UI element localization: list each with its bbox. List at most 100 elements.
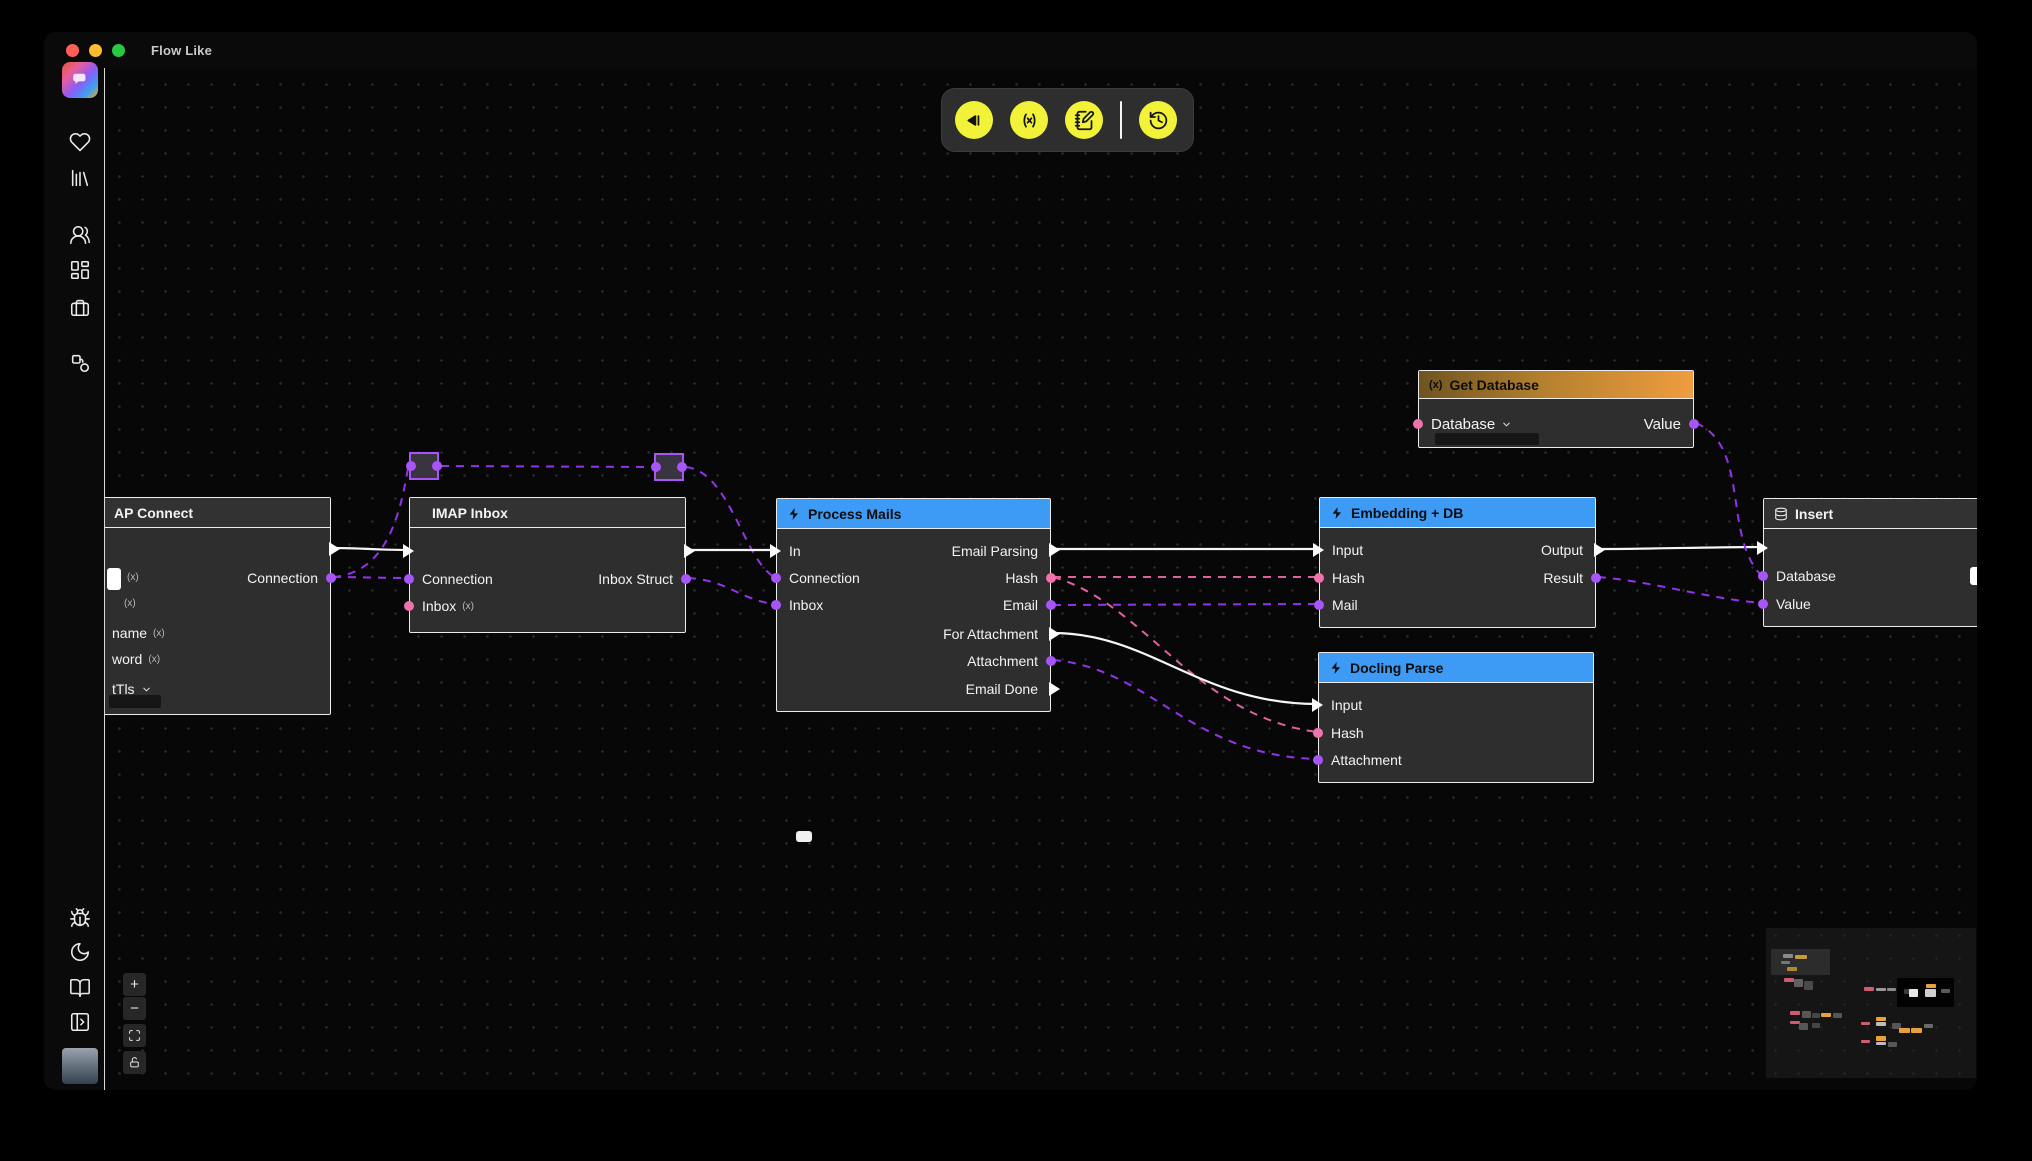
exec-in-pin[interactable] bbox=[403, 544, 414, 558]
node-process-mails[interactable]: Process Mails In Email Parsing Connectio… bbox=[776, 498, 1051, 712]
reroute-node[interactable] bbox=[409, 452, 439, 480]
wire-connection-to-imap-inbox[interactable] bbox=[333, 577, 407, 578]
wire-connection-to-reroute-left[interactable] bbox=[333, 468, 408, 577]
exec-in-pin[interactable] bbox=[770, 544, 781, 558]
workflow-icon[interactable] bbox=[69, 352, 91, 374]
pin-label-attachment: Attachment bbox=[1331, 752, 1402, 768]
reroute-out-pin[interactable] bbox=[432, 461, 442, 471]
wire-result-to-insert-value[interactable] bbox=[1598, 577, 1761, 603]
close-button[interactable] bbox=[66, 44, 79, 57]
wire-get-database-value-to-insert-database[interactable] bbox=[1696, 423, 1761, 575]
step-back-icon bbox=[964, 110, 985, 131]
connection-out-pin[interactable] bbox=[326, 573, 336, 583]
flow-canvas[interactable]: AP Connect Connection (x) (x) name (x) w… bbox=[104, 68, 1977, 1090]
heart-icon[interactable] bbox=[69, 131, 91, 153]
minimap-node-block bbox=[1911, 1028, 1922, 1033]
chevron-down-icon[interactable] bbox=[141, 684, 152, 695]
reroute-in-pin[interactable] bbox=[406, 461, 416, 471]
notes-button[interactable] bbox=[1065, 101, 1103, 139]
panel-left-open-icon[interactable] bbox=[69, 1011, 91, 1033]
node-imap-inbox[interactable]: IMAP Inbox Connection Inbox Struct Inbox… bbox=[409, 497, 686, 633]
wire-exec-embedding-to-insert[interactable] bbox=[1598, 547, 1761, 549]
wire-hash-to-docling-hash[interactable] bbox=[1053, 577, 1317, 732]
wire-reroute-left-to-reroute-right[interactable] bbox=[441, 466, 652, 467]
minimap-node-block bbox=[1833, 1013, 1842, 1018]
minimap-node-block bbox=[1925, 989, 1936, 997]
minimap[interactable] bbox=[1766, 928, 1976, 1078]
node-imap-connect[interactable]: AP Connect Connection (x) (x) name (x) w… bbox=[104, 497, 331, 715]
wire-inbox-struct-to-process-inbox[interactable] bbox=[688, 578, 774, 604]
attachment-out-pin[interactable] bbox=[1046, 656, 1056, 666]
zoom-in-button[interactable]: + bbox=[123, 973, 146, 996]
minimap-node-block bbox=[1812, 1013, 1820, 1018]
briefcase-icon[interactable] bbox=[69, 296, 91, 318]
connection-in-pin[interactable] bbox=[771, 573, 781, 583]
library-icon[interactable] bbox=[69, 167, 91, 189]
variable-icon bbox=[1019, 110, 1040, 131]
step-back-button[interactable] bbox=[955, 101, 993, 139]
hash-in-pin[interactable] bbox=[1314, 573, 1324, 583]
exec-in-pin[interactable] bbox=[1757, 541, 1768, 555]
var-badge: (x) bbox=[148, 654, 160, 665]
history-button[interactable] bbox=[1139, 101, 1177, 139]
node-get-database[interactable]: (x) Get Database Database Value bbox=[1418, 370, 1694, 448]
node-title: Insert bbox=[1795, 506, 1833, 522]
moon-icon[interactable] bbox=[69, 941, 91, 963]
exec-out-pin-for-attachment[interactable] bbox=[1049, 627, 1060, 641]
layout-dashboard-icon[interactable] bbox=[69, 259, 91, 281]
fit-view-button[interactable] bbox=[123, 1024, 146, 1047]
reroute-node[interactable] bbox=[654, 453, 684, 481]
database-in-pin[interactable] bbox=[1413, 419, 1423, 429]
value-out-pin[interactable] bbox=[1689, 419, 1699, 429]
exec-out-pin[interactable] bbox=[329, 542, 340, 556]
bug-icon[interactable] bbox=[69, 907, 91, 929]
wire-attachment-to-docling-attachment[interactable] bbox=[1053, 660, 1317, 759]
minimap-node-block bbox=[1887, 988, 1896, 991]
inbox-in-pin[interactable] bbox=[771, 600, 781, 610]
text-input[interactable] bbox=[107, 568, 121, 590]
exec-out-pin-email-parsing[interactable] bbox=[1049, 543, 1060, 557]
wire-exec-for-attachment-to-docling[interactable] bbox=[1053, 633, 1317, 704]
value-in-pin[interactable] bbox=[1758, 599, 1768, 609]
exec-out-pin[interactable] bbox=[1594, 543, 1605, 557]
result-out-pin[interactable] bbox=[1591, 573, 1601, 583]
maximize-button[interactable] bbox=[112, 44, 125, 57]
connection-in-pin[interactable] bbox=[404, 574, 414, 584]
pin-label-hash: Hash bbox=[1005, 570, 1038, 586]
exec-out-pin[interactable] bbox=[1970, 567, 1977, 585]
users-icon[interactable] bbox=[69, 224, 91, 246]
exec-in-pin[interactable] bbox=[1312, 698, 1323, 712]
node-insert[interactable]: Insert Database Value bbox=[1763, 498, 1977, 627]
node-docling-parse[interactable]: Docling Parse Input Hash Attachment bbox=[1318, 652, 1594, 783]
minimap-node-block bbox=[1861, 1022, 1870, 1025]
book-open-icon[interactable] bbox=[69, 977, 91, 999]
mail-in-pin[interactable] bbox=[1314, 600, 1324, 610]
exec-in-pin[interactable] bbox=[1313, 543, 1324, 557]
wire-email-to-embedding-mail[interactable] bbox=[1053, 604, 1317, 605]
hash-in-pin[interactable] bbox=[1313, 728, 1323, 738]
lock-button[interactable] bbox=[123, 1051, 146, 1074]
exec-out-pin[interactable] bbox=[684, 544, 695, 558]
toolbar-separator bbox=[1120, 101, 1122, 139]
exec-out-pin-email-done[interactable] bbox=[1049, 682, 1060, 696]
email-out-pin[interactable] bbox=[1046, 600, 1056, 610]
reroute-in-pin[interactable] bbox=[651, 462, 661, 472]
node-title: AP Connect bbox=[104, 505, 193, 521]
attachment-in-pin[interactable] bbox=[1313, 755, 1323, 765]
inbox-in-pin[interactable] bbox=[404, 601, 414, 611]
pin-label-inbox: Inbox bbox=[789, 597, 823, 613]
hash-out-pin[interactable] bbox=[1046, 573, 1056, 583]
node-embedding-db[interactable]: Embedding + DB Input Output Hash Result … bbox=[1319, 497, 1596, 628]
variables-button[interactable] bbox=[1010, 101, 1048, 139]
inbox-struct-out-pin[interactable] bbox=[681, 574, 691, 584]
node-title: Docling Parse bbox=[1350, 660, 1443, 676]
minimize-button[interactable] bbox=[89, 44, 102, 57]
zoom-out-button[interactable]: − bbox=[123, 997, 146, 1020]
wire-exec-connect-to-inbox[interactable] bbox=[333, 548, 407, 550]
database-in-pin[interactable] bbox=[1758, 571, 1768, 581]
canvas-bottom-handle[interactable] bbox=[796, 831, 812, 842]
chevron-down-icon[interactable] bbox=[1501, 419, 1512, 430]
reroute-out-pin[interactable] bbox=[677, 462, 687, 472]
wire-reroute-to-process-connection[interactable] bbox=[686, 467, 774, 577]
profile-avatar[interactable] bbox=[62, 1048, 98, 1084]
